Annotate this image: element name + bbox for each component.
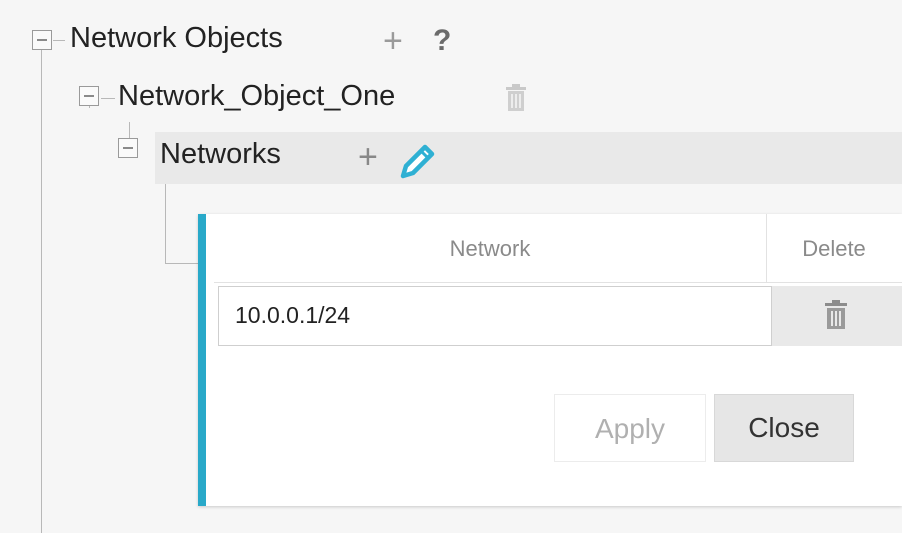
trash-icon[interactable] — [505, 84, 527, 112]
header-bottom-border — [214, 282, 902, 283]
tree-line-root — [41, 40, 42, 533]
tree-line-root-h — [53, 40, 65, 41]
networks-edit-panel: Network Delete 10.0.0.1/24 Apply Close — [198, 214, 902, 506]
tree-node-networks[interactable]: Networks — [160, 138, 281, 171]
collapse-networks-icon[interactable] — [118, 138, 138, 158]
add-network-icon[interactable]: + — [358, 140, 378, 174]
tree-line-child-h — [101, 98, 115, 99]
tree-node-network-objects[interactable]: Network Objects — [70, 22, 283, 55]
collapse-root-icon[interactable] — [32, 30, 52, 50]
tree-line-networks-h — [165, 263, 201, 264]
close-button[interactable]: Close — [714, 394, 854, 462]
column-header-delete: Delete — [802, 236, 866, 261]
tree-line-networks — [165, 180, 166, 263]
plus-icon[interactable]: + — [383, 24, 403, 58]
column-header-network: Network — [449, 236, 531, 261]
network-input[interactable]: 10.0.0.1/24 — [218, 286, 772, 346]
delete-row-icon[interactable] — [824, 300, 848, 330]
tree-node-network-object-one[interactable]: Network_Object_One — [118, 80, 395, 113]
help-icon[interactable]: ? — [433, 24, 451, 58]
collapse-child-icon[interactable] — [79, 86, 99, 106]
apply-button[interactable]: Apply — [554, 394, 706, 462]
pencil-icon[interactable] — [395, 138, 441, 189]
